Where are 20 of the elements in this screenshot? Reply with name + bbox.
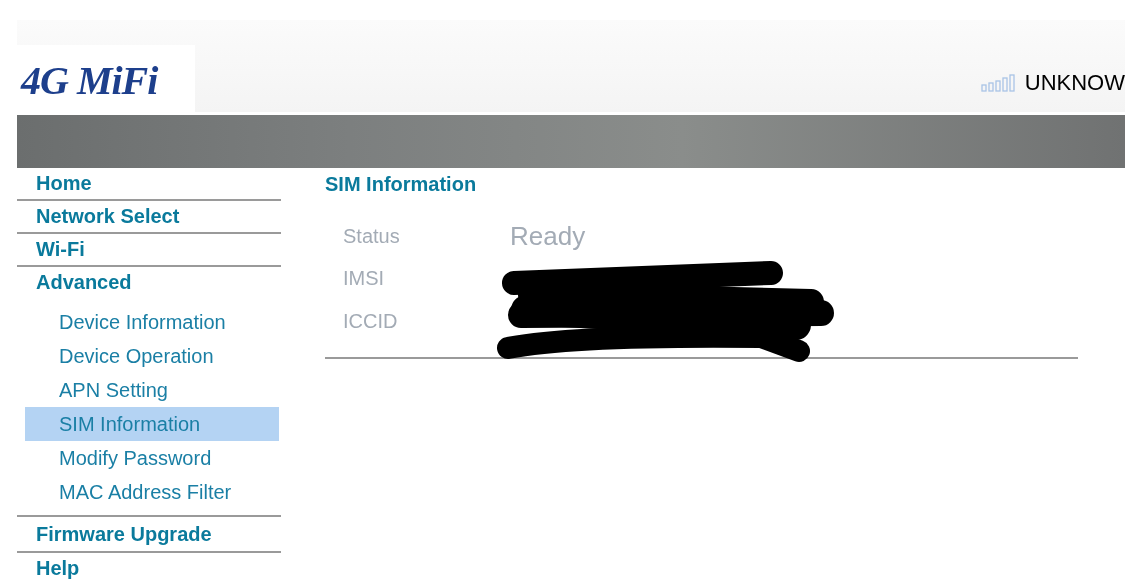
- field-label: IMSI: [343, 267, 386, 291]
- menu-item[interactable]: Network Select: [17, 201, 281, 234]
- submenu-item[interactable]: Device Operation: [25, 339, 279, 373]
- menu-item[interactable]: Advanced: [17, 267, 281, 300]
- menu-item[interactable]: Home: [17, 168, 281, 201]
- logo: 4G MiFi: [17, 45, 195, 115]
- menu-item[interactable]: Help: [17, 553, 281, 583]
- signal-icon: [980, 74, 1015, 92]
- field-value: Ready: [510, 220, 586, 252]
- menu-item[interactable]: Firmware Upgrade: [17, 517, 281, 553]
- submenu-item[interactable]: Modify Password: [25, 441, 279, 475]
- field-label: ICCID: [343, 309, 399, 333]
- submenu-item[interactable]: SIM Information: [25, 407, 279, 441]
- network-status: UNKNOW: [1024, 70, 1125, 96]
- submenu-item[interactable]: MAC Address Filter: [25, 475, 279, 509]
- submenu-item[interactable]: APN Setting: [25, 373, 279, 407]
- field-label: Status: [343, 224, 401, 248]
- submenu-item[interactable]: Device Information: [25, 305, 279, 339]
- page-title: SIM Information: [325, 172, 478, 197]
- menu-item[interactable]: Wi-Fi: [17, 234, 281, 267]
